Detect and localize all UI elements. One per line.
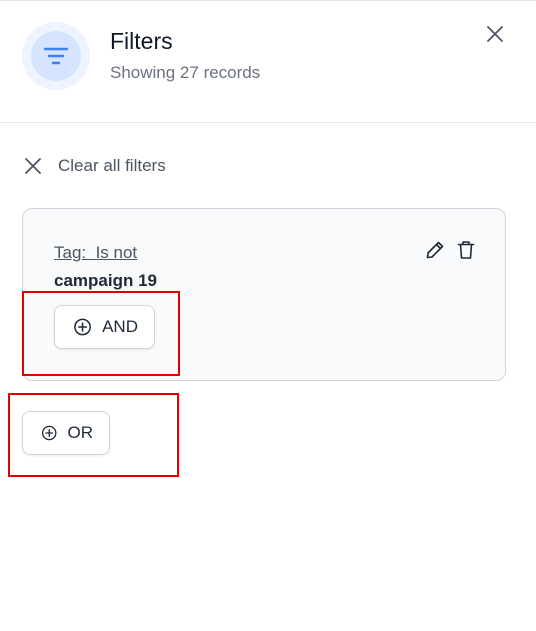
trash-icon [457, 241, 475, 259]
and-button-highlight [22, 291, 180, 376]
header-divider [0, 122, 536, 123]
filter-icon-badge [22, 22, 90, 90]
filter-condition-link[interactable]: Tag: Is not [54, 243, 137, 263]
clear-all-filters-button[interactable]: Clear all filters [22, 150, 166, 182]
clear-all-label: Clear all filters [58, 156, 166, 175]
pencil-icon [426, 241, 444, 259]
filter-icon [43, 47, 69, 65]
record-count: Showing 27 records [110, 63, 261, 82]
panel-title: Filters [110, 28, 173, 54]
delete-filter-button[interactable] [456, 239, 476, 261]
filter-value: campaign 19 [54, 271, 157, 290]
top-border [0, 0, 536, 2]
close-button[interactable] [482, 21, 508, 47]
edit-filter-button[interactable] [425, 239, 445, 261]
close-icon [487, 26, 503, 42]
close-icon [25, 158, 41, 174]
filters-panel: Filters Showing 27 records Clear all fil… [0, 0, 536, 631]
or-button-highlight [8, 393, 179, 477]
